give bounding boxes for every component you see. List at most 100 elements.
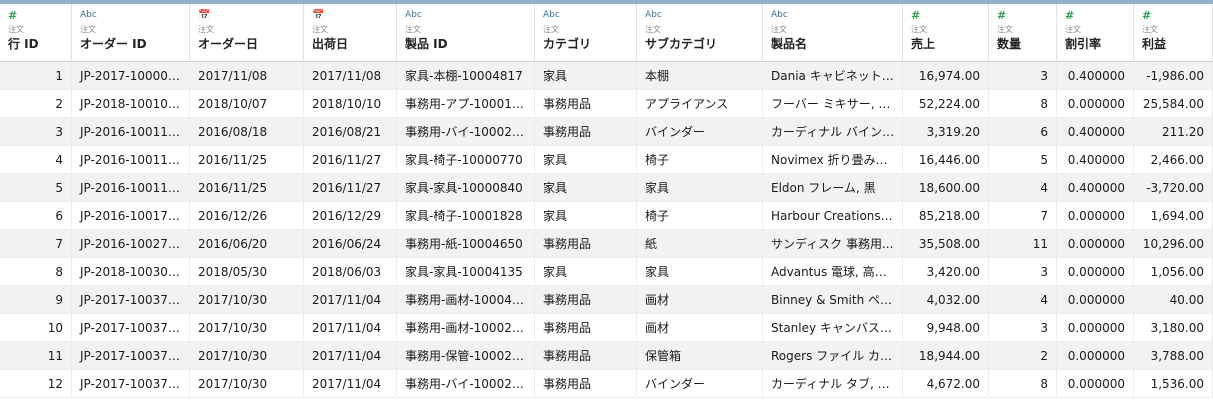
- table-cell: 40.00: [1134, 286, 1213, 314]
- table-cell: 18,944.00: [903, 342, 989, 370]
- table-cell: 2017/10/30: [190, 370, 304, 398]
- table-cell: 6: [0, 202, 72, 230]
- table-cell: 家具-椅子-10001828: [397, 202, 535, 230]
- column-source-label: 注文: [198, 25, 214, 34]
- table-cell: Rogers ファイル カー...: [763, 342, 903, 370]
- column-name: カテゴリ: [543, 37, 592, 51]
- table-cell: 家具-家具-10000840: [397, 174, 535, 202]
- table-cell: JP-2018-1001016: [72, 90, 190, 118]
- column-source-label: 注文: [997, 25, 1013, 34]
- column-source-label: 注文: [771, 25, 787, 34]
- table-cell: 家具: [535, 202, 637, 230]
- table-cell: 椅子: [637, 146, 763, 174]
- column-header-11[interactable]: # 注文 利益: [1134, 4, 1213, 62]
- table-cell: 5: [989, 146, 1057, 174]
- number-icon: #: [1065, 9, 1075, 22]
- column-source-label: 注文: [1142, 25, 1158, 34]
- table-cell: 9,948.00: [903, 314, 989, 342]
- table-cell: 3: [989, 258, 1057, 286]
- table-cell: 4: [989, 286, 1057, 314]
- table-cell: 1,536.00: [1134, 370, 1213, 398]
- table-cell: 2016/11/27: [304, 146, 397, 174]
- table-cell: 0.000000: [1057, 230, 1134, 258]
- column-source-label: 注文: [80, 25, 96, 34]
- table-cell: 3: [989, 62, 1057, 90]
- column-header-9[interactable]: # 注文 数量: [989, 4, 1057, 62]
- column-name: 製品名: [771, 37, 808, 51]
- table-cell: 85,218.00: [903, 202, 989, 230]
- table-cell: 0.000000: [1057, 314, 1134, 342]
- table-cell: 2: [989, 342, 1057, 370]
- column-name: 割引率: [1065, 37, 1102, 51]
- table-cell: 2016/06/20: [190, 230, 304, 258]
- table-cell: 画材: [637, 314, 763, 342]
- column-source-label: 注文: [312, 25, 328, 34]
- table-cell: 2016/12/29: [304, 202, 397, 230]
- table-cell: JP-2016-1001799: [72, 202, 190, 230]
- column-source-label: 注文: [645, 25, 661, 34]
- table-cell: アプライアンス: [637, 90, 763, 118]
- table-cell: 3,180.00: [1134, 314, 1213, 342]
- table-cell: 2017/10/30: [190, 342, 304, 370]
- table-cell: 事務用-アプ-10001193: [397, 90, 535, 118]
- column-source-label: 注文: [543, 25, 559, 34]
- number-icon: #: [997, 9, 1007, 22]
- string-icon: Abc: [405, 10, 422, 20]
- column-header-6[interactable]: Abc 注文 サブカテゴリ: [637, 4, 763, 62]
- column-header-4[interactable]: Abc 注文 製品 ID: [397, 4, 535, 62]
- table-cell: 2018/05/30: [190, 258, 304, 286]
- table-cell: 4: [989, 174, 1057, 202]
- table-cell: 事務用品: [535, 342, 637, 370]
- table-cell: Binney & Smith ペン, ...: [763, 286, 903, 314]
- table-cell: 0.400000: [1057, 118, 1134, 146]
- table-cell: 事務用-バイ-10002722: [397, 370, 535, 398]
- column-header-0[interactable]: # 注文行 ID: [0, 4, 72, 62]
- column-header-10[interactable]: # 注文割引率: [1057, 4, 1134, 62]
- table-cell: 0.000000: [1057, 90, 1134, 118]
- table-cell: 3,420.00: [903, 258, 989, 286]
- table-cell: 事務用-保管-10002336: [397, 342, 535, 370]
- table-cell: 事務用-画材-10002208: [397, 314, 535, 342]
- table-cell: 1,694.00: [1134, 202, 1213, 230]
- column-header-8[interactable]: # 注文 売上: [903, 4, 989, 62]
- table-cell: Eldon フレーム, 黒: [763, 174, 903, 202]
- column-header-7[interactable]: Abc 注文 製品名: [763, 4, 903, 62]
- table-cell: 2016/08/18: [190, 118, 304, 146]
- table-cell: Dania キャビネット, ...: [763, 62, 903, 90]
- table-cell: JP-2017-1003752: [72, 342, 190, 370]
- column-name: 売上: [911, 37, 936, 51]
- table-cell: JP-2018-1003088: [72, 258, 190, 286]
- column-header-1[interactable]: Abc 注文 オーダー ID: [72, 4, 190, 62]
- table-cell: 3,788.00: [1134, 342, 1213, 370]
- table-cell: 6: [989, 118, 1057, 146]
- table-cell: 事務用品: [535, 314, 637, 342]
- table-cell: 8: [989, 90, 1057, 118]
- table-cell: 5: [0, 174, 72, 202]
- number-icon: #: [8, 9, 18, 22]
- table-cell: 0.400000: [1057, 62, 1134, 90]
- table-cell: 家具: [535, 258, 637, 286]
- table-cell: 本棚: [637, 62, 763, 90]
- table-cell: 16,974.00: [903, 62, 989, 90]
- table-cell: 1: [0, 62, 72, 90]
- table-cell: 事務用品: [535, 230, 637, 258]
- table-cell: 3: [989, 314, 1057, 342]
- table-cell: 7: [0, 230, 72, 258]
- table-cell: 事務用-紙-10004650: [397, 230, 535, 258]
- table-cell: JP-2016-1001113: [72, 118, 190, 146]
- table-cell: 2017/11/08: [190, 62, 304, 90]
- table-cell: 25,584.00: [1134, 90, 1213, 118]
- table-cell: 0.000000: [1057, 286, 1134, 314]
- column-header-3[interactable]: 📅 注文 出荷日: [304, 4, 397, 62]
- table-cell: 10,296.00: [1134, 230, 1213, 258]
- table-cell: 2017/11/04: [304, 370, 397, 398]
- column-header-2[interactable]: 📅 注文 オーダー日: [190, 4, 304, 62]
- table-cell: 2018/10/10: [304, 90, 397, 118]
- column-source-label: 注文: [1065, 25, 1081, 34]
- table-cell: -3,720.00: [1134, 174, 1213, 202]
- table-cell: 0.000000: [1057, 202, 1134, 230]
- table-cell: 事務用-画材-10004918: [397, 286, 535, 314]
- column-header-5[interactable]: Abc 注文 カテゴリ: [535, 4, 637, 62]
- table-cell: Stanley キャンバス, ...: [763, 314, 903, 342]
- table-cell: 2017/11/08: [304, 62, 397, 90]
